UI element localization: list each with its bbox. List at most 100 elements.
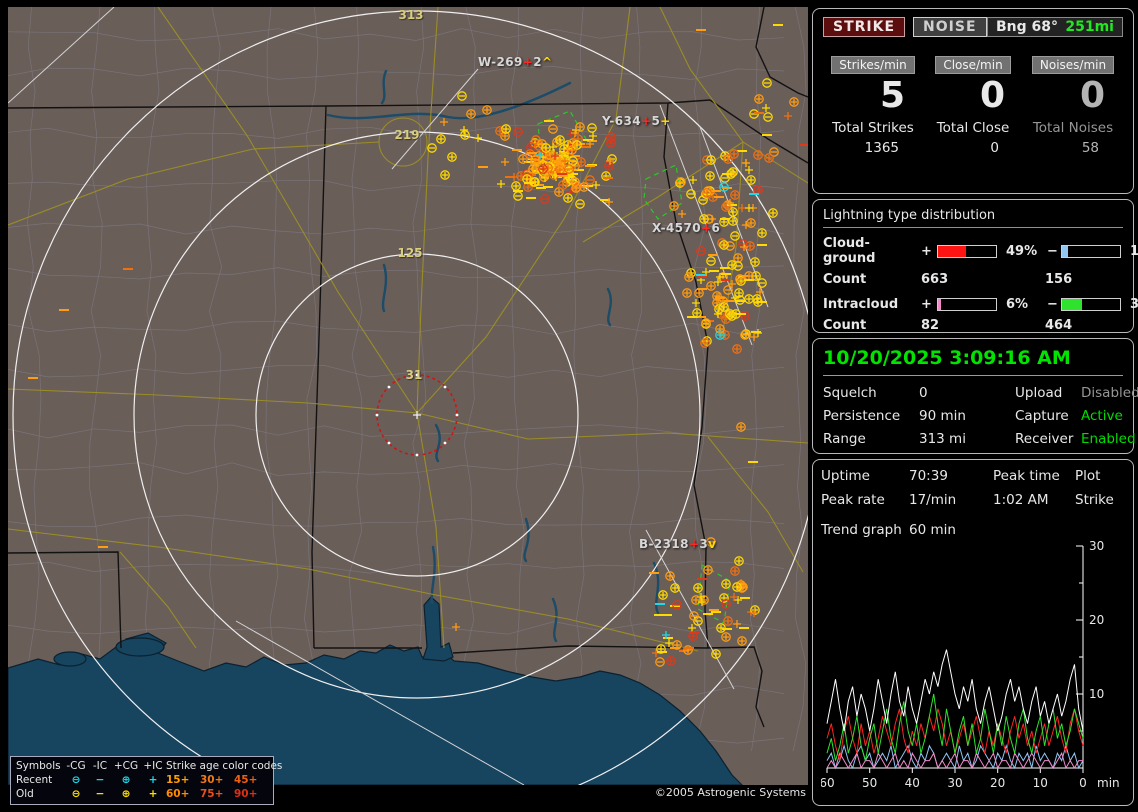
total-close-label: Total Close: [936, 120, 1010, 136]
count-label: Count: [823, 318, 867, 333]
status-row: Range 313 mi Receiver Enabled: [823, 431, 1136, 447]
noises-column: Noises/min 0 Total Noises 58: [1023, 54, 1123, 156]
plus-sign: +: [921, 297, 932, 312]
neg-ic-count: 464: [1045, 318, 1073, 333]
legend-symbol: −: [95, 774, 105, 786]
strikes-per-min-value: 5: [879, 75, 905, 116]
svg-text:0: 0: [1079, 776, 1087, 790]
legend-age-code: 60+: [166, 788, 190, 800]
strikes-column: Strikes/min 5 Total Strikes 1365: [823, 54, 923, 156]
peak-rate-value: 17/min: [909, 492, 957, 508]
plot-label: Plot: [1075, 468, 1101, 484]
map-canvas[interactable]: [8, 7, 808, 785]
legend-col-pcg: +CG: [113, 760, 139, 772]
legend-col-ncg: -CG: [66, 760, 86, 772]
close-per-min-value: 0: [979, 75, 1005, 116]
total-strikes-label: Total Strikes: [832, 120, 914, 136]
legend-symbol: ⊖: [71, 774, 81, 786]
squelch-value: 0: [919, 385, 928, 401]
legend-age-code: 75+: [200, 788, 224, 800]
capture-value: Active: [1081, 408, 1123, 424]
pos-ic-count: 82: [921, 318, 940, 333]
cloud-ground-row: Cloud-ground + 49% − 11%: [823, 236, 1138, 266]
pos-cg-pct: 49%: [1006, 243, 1038, 259]
system-status-box: 10/20/2025 3:09:16 AM Squelch 0 Upload D…: [812, 338, 1138, 454]
pos-ic-pct: 6%: [1006, 297, 1029, 312]
receiver-value: Enabled: [1081, 431, 1136, 447]
uptime-label: Uptime: [821, 468, 870, 484]
svg-text:20: 20: [990, 776, 1005, 790]
neg-ic-pct: 34%: [1130, 297, 1138, 312]
minus-sign: −: [1047, 243, 1058, 259]
count-label: Count: [823, 272, 867, 287]
svg-text:min: min: [1097, 776, 1120, 790]
legend-symbol: ⊕: [121, 788, 131, 800]
svg-text:30: 30: [1089, 540, 1104, 553]
upload-label: Upload: [1015, 385, 1063, 401]
trend-box: Uptime 70:39 Peak time Plot Peak rate 17…: [812, 459, 1134, 806]
strikes-per-min-chip[interactable]: Strikes/min: [831, 56, 915, 74]
range-label: Range: [823, 431, 866, 447]
capture-label: Capture: [1015, 408, 1069, 424]
neg-cg-count: 156: [1045, 272, 1073, 287]
bearing-readout: Bng 68° 251mi: [987, 17, 1123, 37]
legend-age-header: Strike age color codes: [166, 760, 283, 772]
legend-col-pic: +IC: [143, 760, 163, 772]
svg-text:30: 30: [947, 776, 962, 790]
plot-value: Strike: [1075, 492, 1114, 508]
receiver-label: Receiver: [1015, 431, 1074, 447]
strike-stats-box: STRIKE NOISE Bng 68° 251mi Strikes/min 5…: [812, 8, 1134, 194]
status-panel: STRIKE NOISE Bng 68° 251mi Strikes/min 5…: [812, 8, 1138, 811]
legend-row-label: Old: [16, 788, 34, 800]
trend-chart: 10 20 30 60 50 40 30 20 10 0 min: [821, 540, 1120, 790]
uptime-value: 70:39: [909, 468, 948, 484]
lightning-map[interactable]: 313 219 125 31 W-269+2^ Y-634+5+ X-4570+6 B-231…: [8, 7, 808, 805]
intracloud-count-row: Count 82 464: [823, 318, 1123, 333]
noises-per-min-value: 0: [1079, 75, 1105, 116]
copyright-text: ©2005 Astrogenic Systems: [654, 786, 806, 799]
trend-window-value: 60 min: [909, 522, 956, 538]
persistence-label: Persistence: [823, 408, 901, 424]
minus-sign: −: [1047, 297, 1058, 312]
close-per-min-chip[interactable]: Close/min: [935, 56, 1011, 74]
legend-row-label: Recent: [16, 774, 53, 786]
squelch-label: Squelch: [823, 385, 877, 401]
neg-cg-pct: 11%: [1130, 243, 1138, 259]
svg-text:20: 20: [1089, 613, 1104, 627]
svg-text:60: 60: [821, 776, 835, 790]
pos-cg-count: 663: [921, 272, 949, 287]
pos-ic-bar: [937, 298, 997, 311]
cloud-ground-count-row: Count 663 156: [823, 272, 1123, 287]
svg-text:40: 40: [905, 776, 920, 790]
peak-rate-label: Peak rate: [821, 492, 885, 508]
range-value: 313 mi: [919, 431, 966, 447]
legend-symbol: ⊕: [121, 774, 131, 786]
legend-symbol: +: [148, 774, 158, 786]
total-noises-label: Total Noises: [1032, 120, 1114, 136]
upload-value: Disabled: [1081, 385, 1138, 401]
total-close-value: 0: [990, 140, 999, 156]
status-row: Squelch 0 Upload Disabled: [823, 385, 1138, 401]
legend-col-nic: -IC: [92, 760, 108, 772]
legend-symbol: −: [95, 788, 105, 800]
pos-cg-bar: [937, 244, 997, 258]
neg-ic-bar: [1061, 298, 1121, 311]
noises-per-min-chip[interactable]: Noises/min: [1031, 56, 1115, 74]
legend-symbol: +: [148, 788, 158, 800]
cloud-ground-label: Cloud-ground: [823, 236, 876, 266]
legend-symbols-header: Symbols: [16, 760, 61, 772]
noise-button[interactable]: NOISE: [913, 17, 987, 37]
intracloud-row: Intracloud + 6% − 34%: [823, 297, 1138, 312]
svg-text:10: 10: [1089, 687, 1104, 701]
distribution-box: Lightning type distribution Cloud-ground…: [812, 199, 1138, 333]
trend-graph-label: Trend graph: [821, 522, 902, 538]
intracloud-label: Intracloud: [823, 297, 899, 312]
plus-sign: +: [921, 243, 932, 259]
legend-symbol: ⊖: [71, 788, 81, 800]
peak-time-label: Peak time: [993, 468, 1060, 484]
strike-button[interactable]: STRIKE: [823, 17, 906, 37]
neg-cg-bar: [1061, 244, 1121, 258]
persistence-value: 90 min: [919, 408, 966, 424]
bearing-distance: 251mi: [1065, 19, 1114, 35]
distribution-title: Lightning type distribution: [823, 208, 1123, 228]
